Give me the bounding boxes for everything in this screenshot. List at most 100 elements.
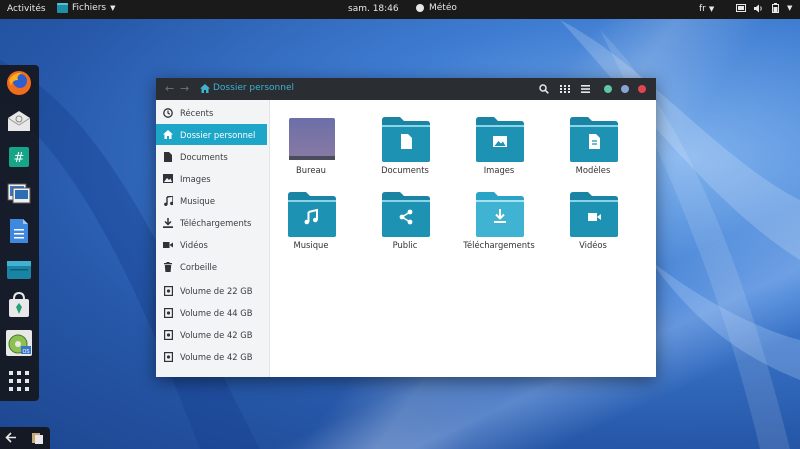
sidebar-item-volume[interactable]: Volume de 22 GB (156, 280, 269, 301)
home-icon (200, 83, 210, 93)
sidebar-item-label: Vidéos (180, 239, 208, 250)
folder-label: Vidéos (579, 240, 607, 250)
document-icon (382, 117, 430, 162)
music-icon (288, 192, 336, 237)
sidebar-item-volume[interactable]: Volume de 42 GB (156, 324, 269, 345)
folder-item-templates[interactable]: Modèles (553, 108, 633, 178)
sidebar-item-label: Volume de 44 GB (180, 307, 253, 318)
clipboard-icon[interactable] (31, 431, 44, 444)
folder-label: Images (483, 165, 515, 175)
folder-item-downloads[interactable]: Téléchargements (459, 183, 539, 253)
folder-item-desktop[interactable]: Bureau (271, 108, 351, 178)
image-icon (476, 117, 524, 162)
maximize-button[interactable] (621, 85, 629, 93)
chevron-down-icon: ▼ (787, 4, 793, 12)
document-icon[interactable] (5, 217, 33, 245)
path-bar-home[interactable]: Dossier personnel (200, 83, 294, 93)
grid-view-icon (560, 85, 570, 93)
sidebar-item-volume[interactable]: Volume de 42 GB (156, 346, 269, 367)
sidebar-item-label: Dossier personnel (180, 129, 256, 140)
folder-label: Documents (381, 165, 429, 175)
forward-button[interactable]: → (180, 82, 189, 95)
sidebar-item-volume[interactable]: Volume de 44 GB (156, 302, 269, 323)
close-button[interactable] (638, 85, 646, 93)
firefox-icon[interactable] (5, 69, 33, 97)
sidebar-item-recent[interactable]: Récents (156, 102, 269, 123)
back-button[interactable]: ← (165, 82, 174, 95)
dock: # OS (0, 65, 39, 401)
folder-label: Musique (293, 240, 329, 250)
folder-item-images[interactable]: Images (459, 108, 539, 178)
sidebar-item-documents[interactable]: Documents (156, 146, 269, 167)
file-manager-window: ← → Dossier personnel Récents Dossier pe… (156, 78, 656, 377)
sidebar-item-label: Musique (180, 195, 216, 206)
sidebar-item-home[interactable]: Dossier personnel (156, 124, 267, 145)
sidebar-item-label: Volume de 42 GB (180, 351, 253, 362)
clock[interactable]: sam. 18:46 (348, 4, 399, 14)
path-bar-label: Dossier personnel (213, 83, 295, 93)
download-icon (476, 192, 524, 237)
sidebar-item-music[interactable]: Musique (156, 190, 269, 211)
sidebar-item-label: Corbeille (180, 261, 218, 272)
app-menu[interactable]: Fichiers ▼ (57, 3, 116, 13)
app-menu-label: Fichiers (72, 3, 107, 13)
folder-label: Modèles (575, 165, 611, 175)
drive-icon (163, 329, 173, 340)
arrow-left-icon[interactable] (5, 432, 17, 443)
image-icon (163, 174, 173, 184)
weather-indicator[interactable]: Météo (416, 3, 457, 13)
svg-text:OS: OS (22, 349, 29, 355)
video-icon (570, 192, 618, 237)
system-status-menu[interactable]: ▼ (736, 3, 792, 13)
language-selector[interactable]: fr ▼ (699, 4, 714, 14)
sidebar-item-videos[interactable]: Vidéos (156, 234, 269, 255)
activities-button[interactable]: Activités (7, 4, 46, 14)
video-icon (163, 240, 173, 250)
sidebar-item-label: Volume de 42 GB (180, 329, 253, 340)
music-icon (163, 195, 173, 206)
sidebar-item-images[interactable]: Images (156, 168, 269, 189)
folder-label: Téléchargements (463, 240, 535, 250)
bottom-tray (0, 427, 50, 449)
trash-icon (163, 261, 173, 272)
svg-text:#: # (14, 151, 25, 166)
view-grid-button[interactable] (559, 83, 571, 95)
folder-item-music[interactable]: Musique (271, 183, 351, 253)
chat-icon[interactable]: # (5, 143, 33, 171)
photos-icon[interactable] (5, 179, 33, 207)
download-icon (163, 217, 173, 228)
header-bar: ← → Dossier personnel (156, 78, 656, 100)
weather-icon (416, 4, 424, 12)
folder-item-documents[interactable]: Documents (365, 108, 445, 178)
search-button[interactable] (538, 83, 550, 95)
battery-icon (772, 3, 779, 13)
disc-icon[interactable]: OS (5, 329, 33, 357)
folder-item-public[interactable]: Public (365, 183, 445, 253)
search-icon (539, 84, 549, 94)
screen-icon (736, 3, 746, 12)
sidebar-item-label: Volume de 22 GB (180, 285, 253, 296)
files-icon[interactable] (5, 255, 33, 283)
file-grid: Bureau Documents Images Modèles Musique … (271, 100, 656, 377)
share-icon (382, 192, 430, 237)
software-icon[interactable] (5, 291, 33, 319)
folder-label: Bureau (296, 165, 326, 175)
folder-label: Public (392, 240, 418, 250)
desktop-icon (289, 118, 335, 160)
drive-icon (163, 351, 173, 362)
sidebar-item-label: Téléchargements (180, 217, 252, 228)
sidebar-item-label: Récents (180, 107, 214, 118)
chevron-down-icon: ▼ (708, 5, 715, 13)
sidebar-item-trash[interactable]: Corbeille (156, 256, 269, 277)
menu-button[interactable] (579, 83, 591, 95)
drive-icon (163, 285, 173, 296)
places-sidebar: Récents Dossier personnel Documents Imag… (156, 100, 270, 377)
sidebar-item-downloads[interactable]: Téléchargements (156, 212, 269, 233)
app-grid-icon[interactable] (5, 367, 33, 395)
files-app-icon (57, 3, 68, 13)
sidebar-item-label: Images (180, 173, 211, 184)
drive-icon (163, 307, 173, 318)
mail-icon[interactable] (5, 107, 33, 135)
minimize-button[interactable] (604, 85, 612, 93)
folder-item-videos[interactable]: Vidéos (553, 183, 633, 253)
